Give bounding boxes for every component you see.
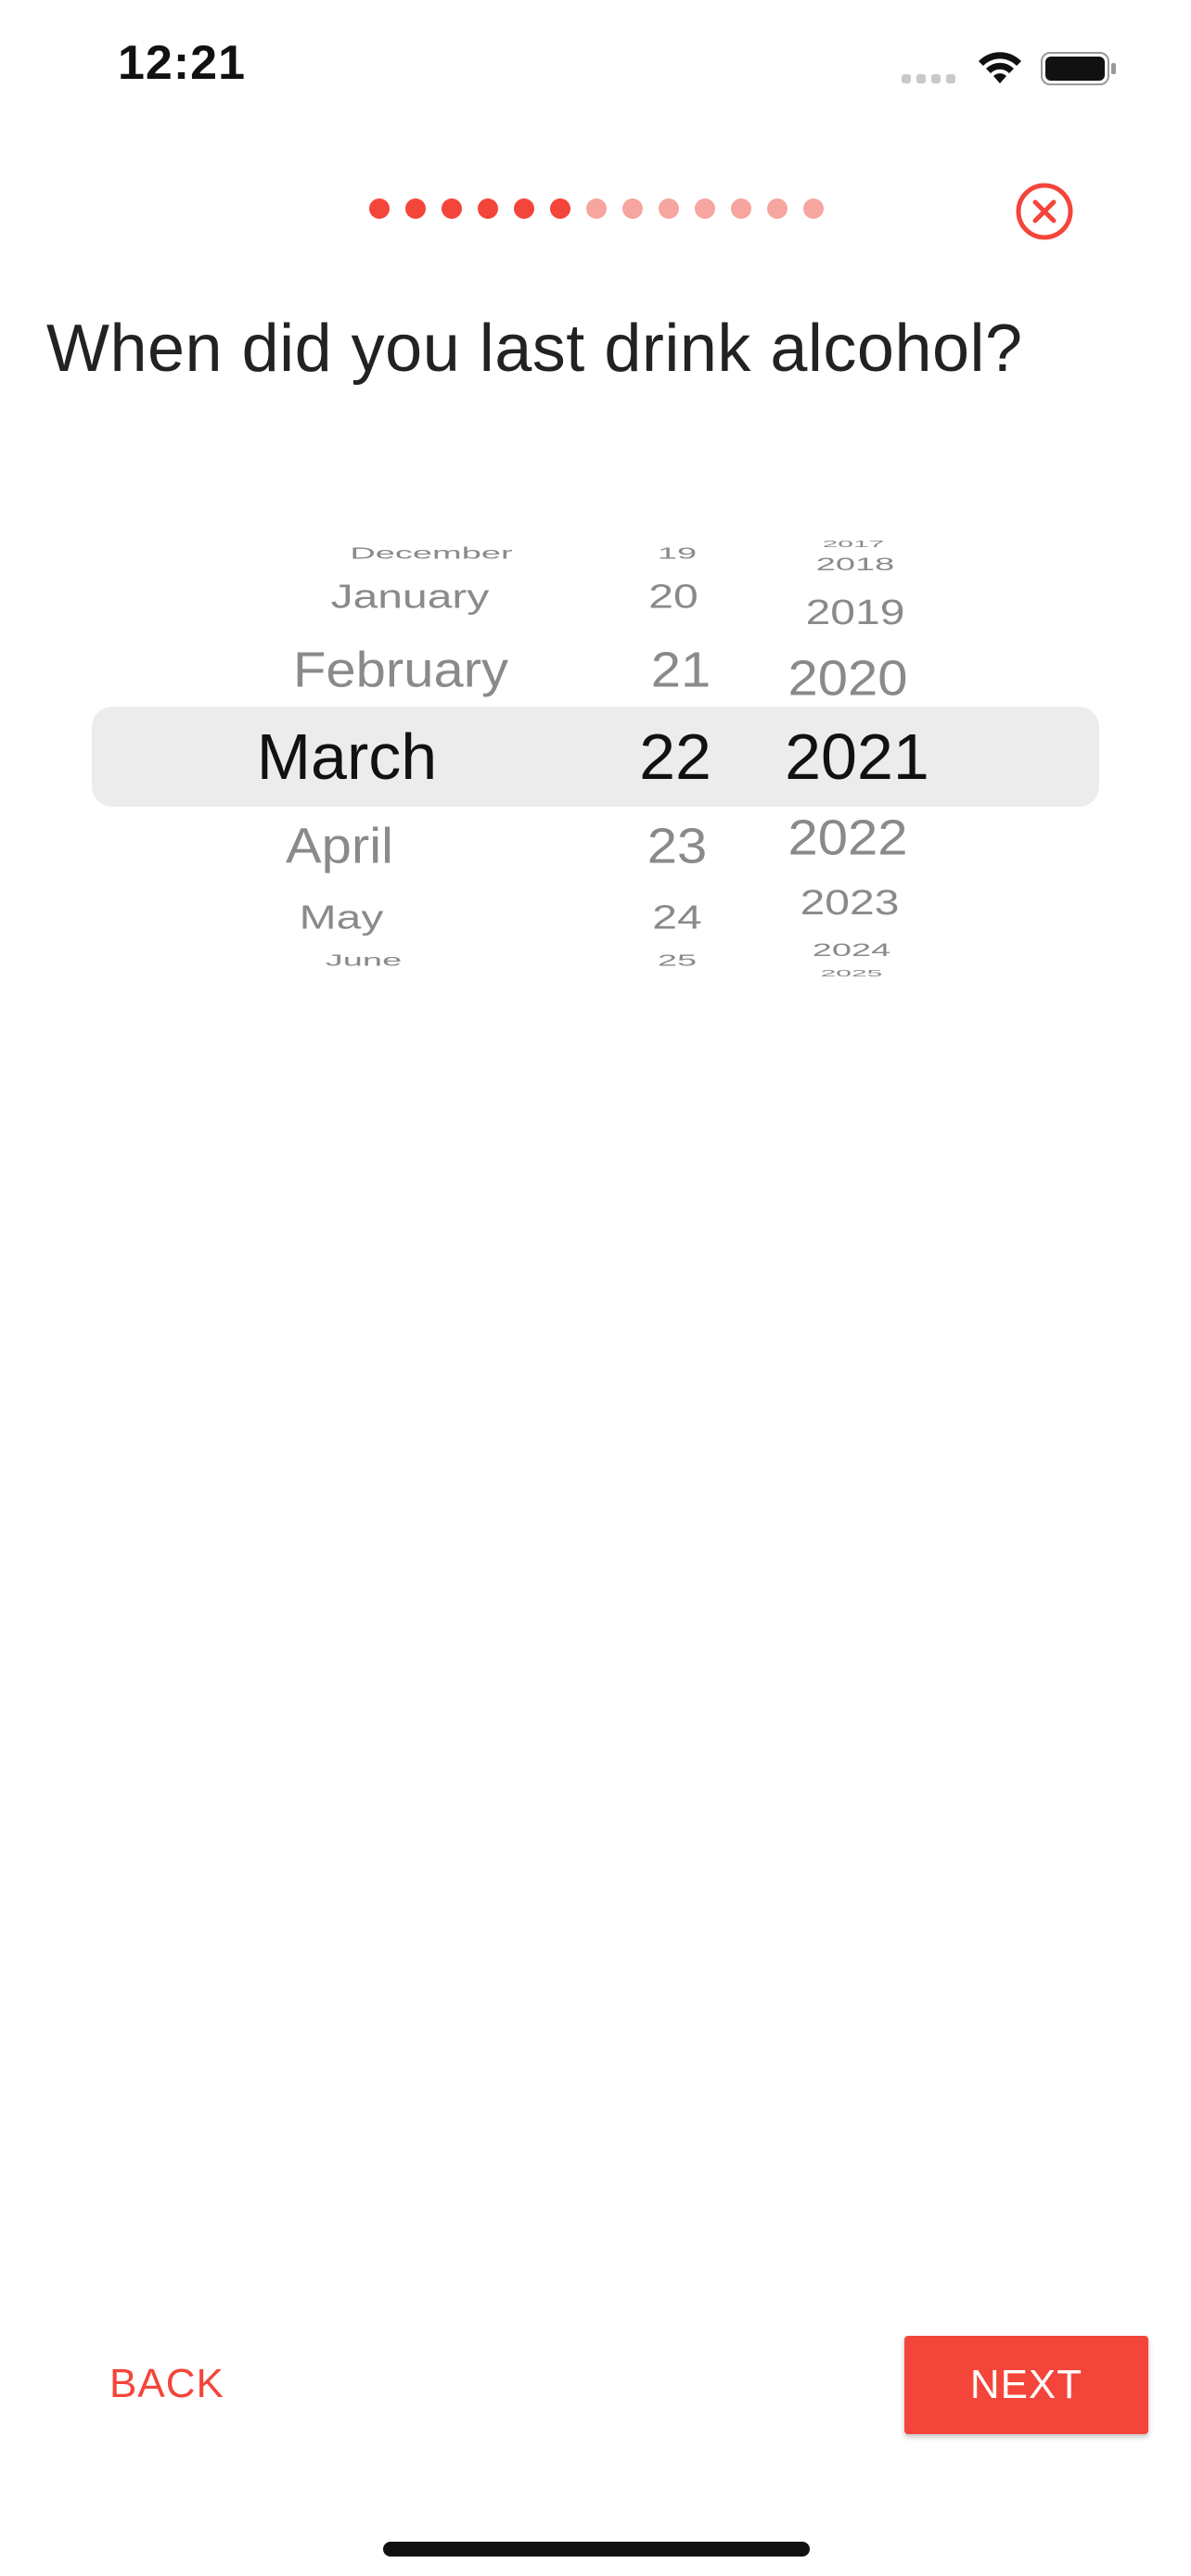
progress-dot xyxy=(369,198,390,219)
battery-icon xyxy=(1041,52,1116,85)
month-wheel[interactable]: December January February March April May June xyxy=(204,538,575,983)
progress-dot xyxy=(405,198,426,219)
wifi-icon xyxy=(979,52,1021,83)
picker-item-selected[interactable]: 22 xyxy=(592,724,759,789)
day-wheel[interactable]: 19 20 21 22 23 24 25 xyxy=(594,538,761,983)
progress-dot xyxy=(586,198,607,219)
picker-item[interactable]: January xyxy=(224,580,596,614)
progress-dot xyxy=(695,198,715,219)
picker-item[interactable]: May xyxy=(156,901,527,935)
cellular-signal-icon xyxy=(902,74,955,83)
picker-item-selected[interactable]: March xyxy=(161,724,532,789)
question-title: When did you last drink alcohol? xyxy=(46,312,1023,386)
picker-item[interactable]: 2022 xyxy=(764,813,931,862)
picker-item[interactable]: 25 xyxy=(594,952,761,968)
picker-item[interactable]: 20 xyxy=(590,580,757,614)
picker-item[interactable]: April xyxy=(154,822,525,871)
next-button[interactable]: NEXT xyxy=(904,2336,1148,2434)
year-wheel[interactable]: 2017 2018 2019 2020 2021 2022 2023 2024 2025 xyxy=(761,538,931,983)
picker-item[interactable]: 2025 xyxy=(768,969,935,979)
back-button[interactable]: BACK xyxy=(109,2361,224,2407)
progress-dot xyxy=(478,198,498,219)
progress-dot xyxy=(659,198,679,219)
picker-item[interactable]: June xyxy=(178,952,549,968)
picker-item[interactable]: 2019 xyxy=(772,594,939,631)
picker-item[interactable]: 23 xyxy=(594,822,761,871)
picker-item[interactable]: 19 xyxy=(594,545,761,561)
status-time: 12:21 xyxy=(118,36,246,90)
status-bar: 12:21 xyxy=(0,0,1191,139)
progress-dot xyxy=(767,198,788,219)
picker-item[interactable]: 21 xyxy=(597,645,764,695)
progress-dot xyxy=(550,198,570,219)
picker-item[interactable]: 2020 xyxy=(764,654,931,703)
picker-item[interactable]: 2018 xyxy=(772,556,939,574)
picker-item[interactable]: 2024 xyxy=(768,942,935,960)
picker-item[interactable]: 2023 xyxy=(766,885,933,921)
home-indicator xyxy=(383,2542,810,2557)
date-picker[interactable]: December January February March April May June… xyxy=(0,538,1191,983)
progress-dot xyxy=(731,198,751,219)
picker-item[interactable]: February xyxy=(215,645,586,695)
progress-dot xyxy=(803,198,824,219)
progress-dot xyxy=(622,198,643,219)
picker-item-selected[interactable]: 2021 xyxy=(774,724,941,789)
progress-dot xyxy=(442,198,462,219)
progress-dot xyxy=(514,198,534,219)
picker-item[interactable]: 2017 xyxy=(770,540,937,550)
close-circle-icon[interactable] xyxy=(1015,182,1074,241)
progress-indicator xyxy=(369,198,824,219)
picker-item[interactable]: 24 xyxy=(594,901,761,935)
picker-item[interactable]: December xyxy=(246,545,617,561)
